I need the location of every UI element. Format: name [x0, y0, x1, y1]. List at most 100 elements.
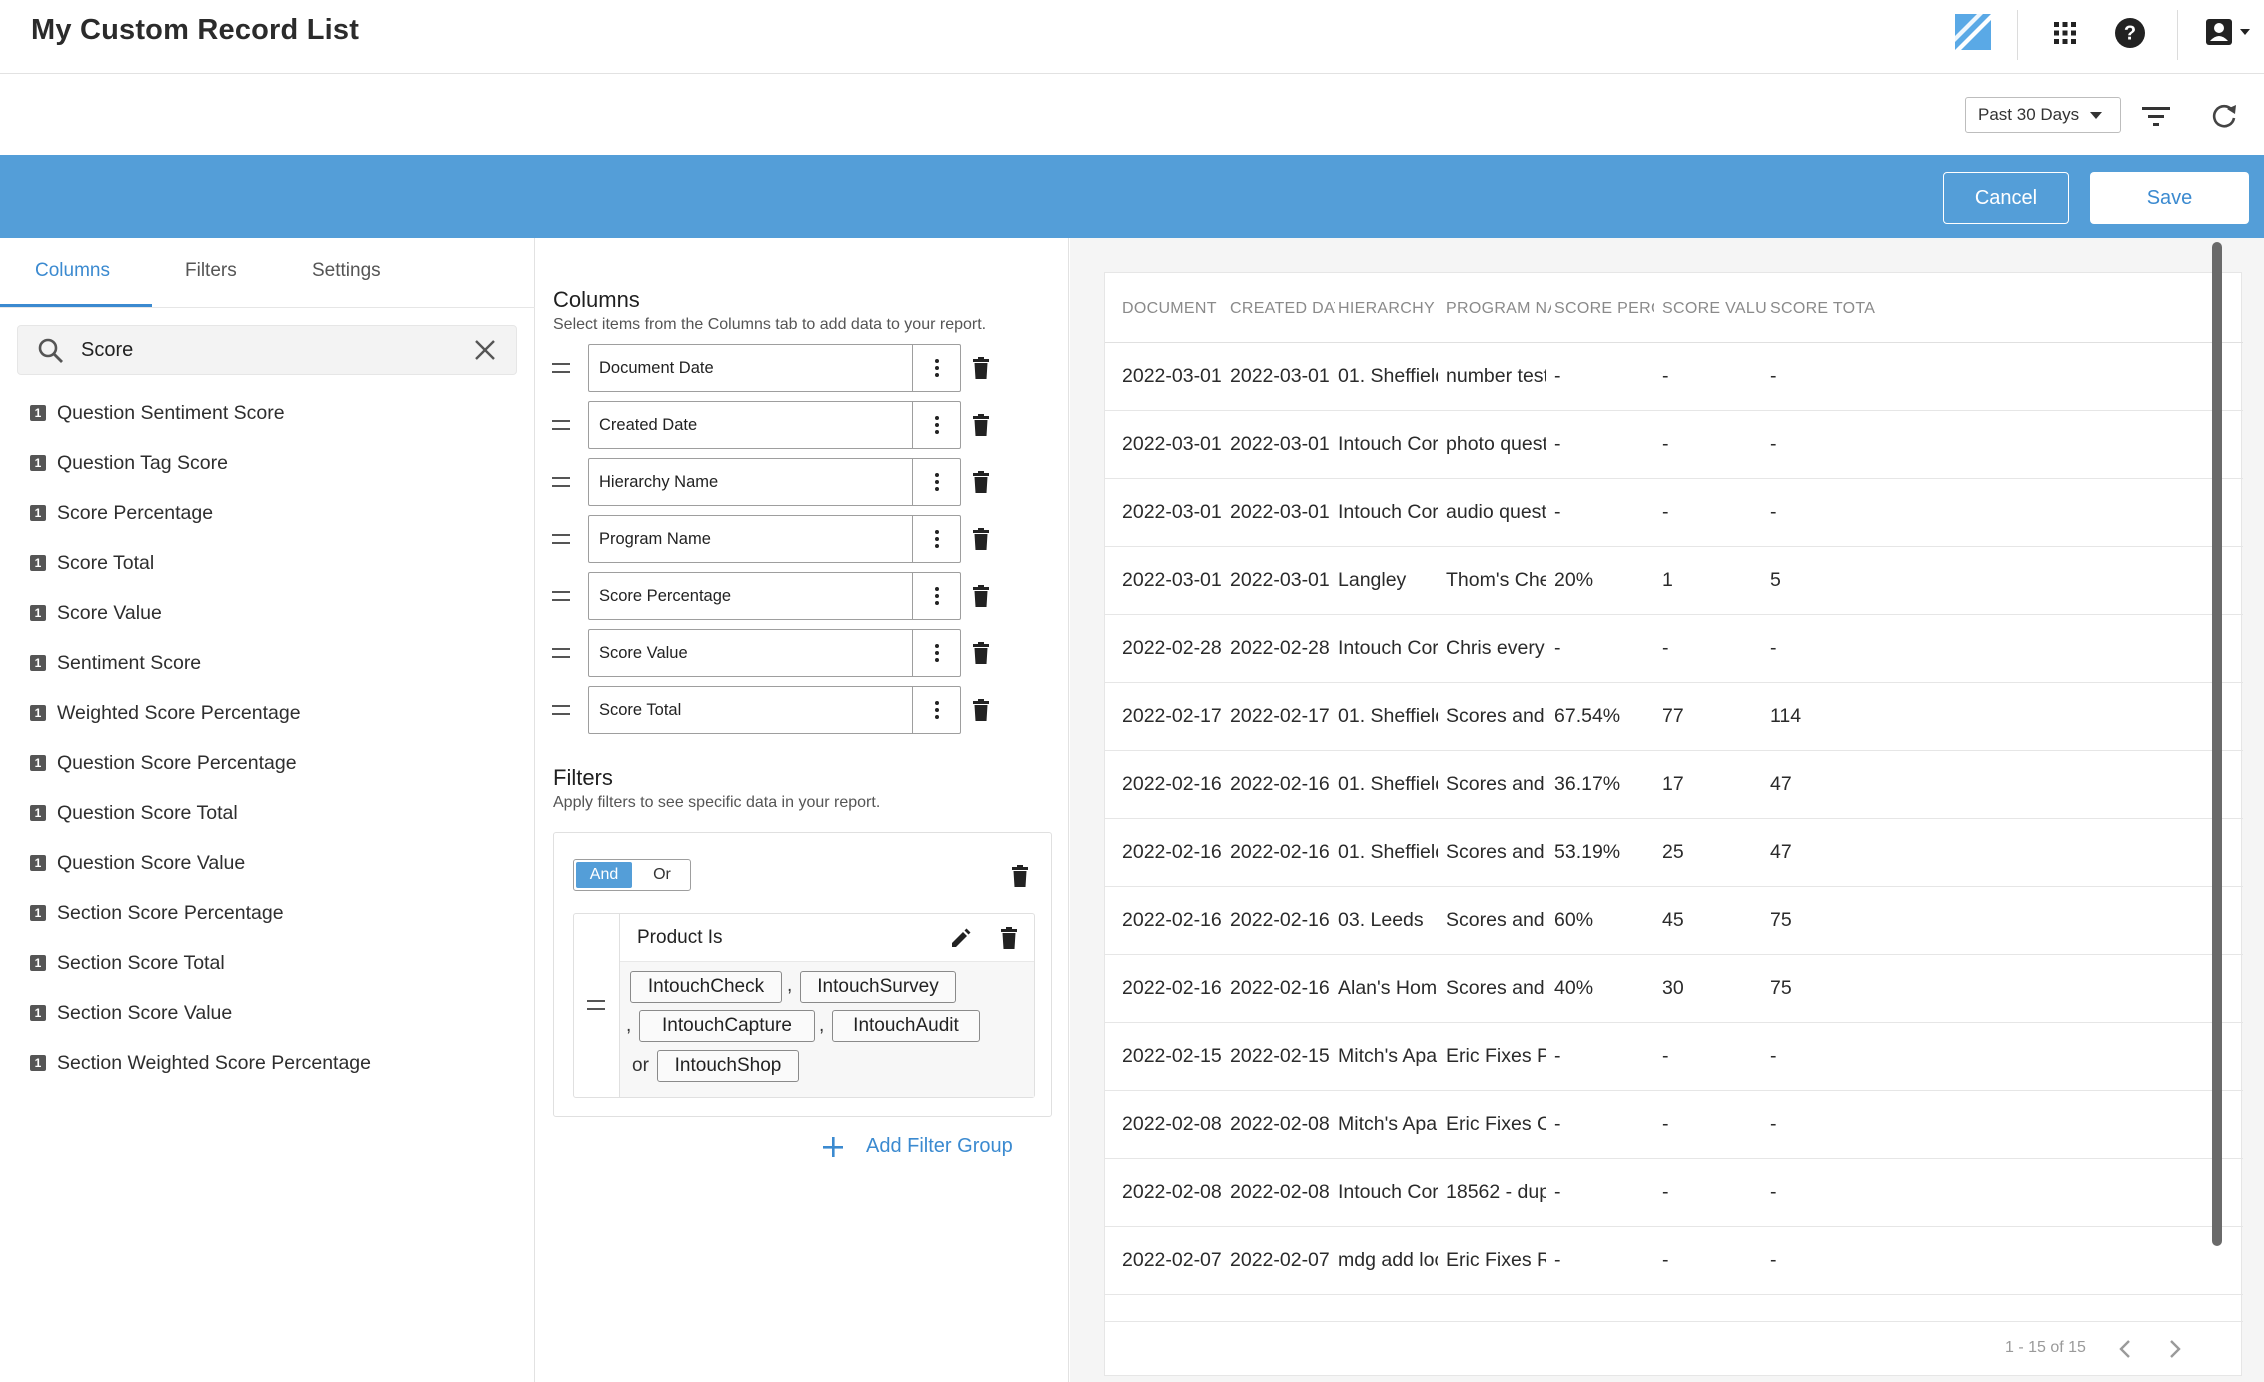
save-button[interactable]: Save — [2090, 172, 2249, 224]
tab-filters[interactable]: Filters — [185, 260, 237, 282]
drag-handle-icon[interactable] — [552, 648, 570, 658]
table-cell: 25 — [1662, 841, 1684, 863]
more-vert-icon[interactable] — [912, 573, 960, 619]
edit-icon[interactable] — [950, 927, 972, 949]
column-header[interactable]: SCORE TOTAL — [1770, 300, 1875, 318]
table-row[interactable]: 2022-02-28 2022-02-28 Intouch Corp... Chris… — [1105, 615, 2243, 683]
table-row[interactable]: 2022-02-07 2022-02-07 mdg add loc... Eric F… — [1105, 1227, 2243, 1295]
delete-icon[interactable] — [1000, 927, 1018, 949]
column-field: Hierarchy Name — [588, 458, 961, 506]
table-cell: Eric Fixes Re... — [1446, 1249, 1546, 1271]
account-icon[interactable] — [2200, 16, 2260, 50]
table-cell: 2022-03-01 — [1122, 433, 1222, 455]
value-chip[interactable]: IntouchShop — [657, 1050, 799, 1082]
apps-grid-icon[interactable] — [2050, 18, 2080, 48]
add-filter-group-button[interactable]: Add Filter Group — [822, 1135, 1013, 1158]
list-item[interactable]: 1 Question Sentiment Score — [30, 398, 285, 428]
table-cell: - — [1662, 1249, 1669, 1271]
scrollbar[interactable] — [2212, 242, 2222, 1246]
table-cell: 2022-03-01 — [1230, 433, 1330, 455]
delete-icon[interactable] — [1011, 865, 1029, 887]
drag-handle-icon[interactable] — [552, 477, 570, 487]
list-item[interactable]: 1 Question Tag Score — [30, 448, 228, 478]
table-cell: - — [1662, 1113, 1669, 1135]
value-chip[interactable]: IntouchCheck — [630, 971, 782, 1003]
numeric-type-icon: 1 — [30, 405, 46, 421]
column-header[interactable]: PROGRAM NAME — [1446, 300, 1551, 318]
chevron-left-icon[interactable] — [2115, 1338, 2137, 1360]
chevron-right-icon[interactable] — [2163, 1338, 2185, 1360]
brand-logo-icon[interactable] — [1955, 14, 1991, 50]
list-item[interactable]: 1 Score Percentage — [30, 498, 213, 528]
or-option[interactable]: Or — [634, 860, 690, 890]
more-vert-icon[interactable] — [912, 402, 960, 448]
list-item[interactable]: 1 Question Score Percentage — [30, 748, 297, 778]
drag-handle-icon[interactable] — [552, 363, 570, 373]
drag-handle-icon[interactable] — [552, 420, 570, 430]
filter-icon[interactable] — [2140, 101, 2172, 131]
more-vert-icon[interactable] — [912, 687, 960, 733]
list-item[interactable]: 1 Section Weighted Score Percentage — [30, 1048, 371, 1078]
delete-icon[interactable] — [972, 699, 990, 721]
value-chip[interactable]: IntouchAudit — [832, 1010, 980, 1042]
numeric-type-icon: 1 — [30, 705, 46, 721]
refresh-icon[interactable] — [2207, 99, 2241, 133]
more-vert-icon[interactable] — [912, 459, 960, 505]
table-row[interactable]: 2022-02-16 2022-02-16 01. Sheffield Scores … — [1105, 819, 2243, 887]
edit-action-bar: Cancel Save — [0, 155, 2264, 238]
table-row[interactable]: 2022-03-01 2022-03-01 01. Sheffield number … — [1105, 343, 2243, 411]
selected-column-row: Document Date — [552, 344, 1052, 392]
table-row[interactable]: 2022-03-01 2022-03-01 Intouch Corp... audio… — [1105, 479, 2243, 547]
column-header[interactable]: CREATED DATE — [1230, 300, 1335, 318]
drag-handle-icon[interactable] — [552, 705, 570, 715]
close-icon[interactable] — [473, 338, 497, 362]
value-chip[interactable]: IntouchSurvey — [800, 971, 956, 1003]
more-vert-icon[interactable] — [912, 345, 960, 391]
list-item[interactable]: 1 Question Score Total — [30, 798, 238, 828]
column-header[interactable]: SCORE PERCEN... — [1554, 300, 1654, 318]
list-item[interactable]: 1 Score Value — [30, 598, 162, 628]
column-header[interactable]: DOCUMENT DA... — [1122, 300, 1222, 318]
list-item[interactable]: 1 Section Score Value — [30, 998, 232, 1028]
help-icon[interactable]: ? — [2113, 16, 2147, 50]
table-row[interactable]: 2022-02-17 2022-02-17 01. Sheffield Scores … — [1105, 683, 2243, 751]
drag-handle-icon[interactable] — [552, 591, 570, 601]
delete-icon[interactable] — [972, 414, 990, 436]
delete-icon[interactable] — [972, 642, 990, 664]
list-item[interactable]: 1 Section Score Total — [30, 948, 225, 978]
table-row[interactable]: 2022-03-01 2022-03-01 Intouch Corp... photo… — [1105, 411, 2243, 479]
table-row[interactable]: 2022-02-08 2022-02-08 Mitch's Apart... Eric… — [1105, 1091, 2243, 1159]
more-vert-icon[interactable] — [912, 630, 960, 676]
table-row[interactable]: 2022-02-16 2022-02-16 Alan's Home Scores an… — [1105, 955, 2243, 1023]
list-item[interactable]: 1 Sentiment Score — [30, 648, 201, 678]
tab-columns[interactable]: Columns — [35, 260, 110, 282]
delete-icon[interactable] — [972, 528, 990, 550]
list-item[interactable]: 1 Weighted Score Percentage — [30, 698, 301, 728]
date-range-select[interactable]: Past 30 Days — [1965, 97, 2121, 133]
delete-icon[interactable] — [972, 357, 990, 379]
tab-settings[interactable]: Settings — [312, 260, 381, 282]
filters-description: Apply filters to see specific data in yo… — [553, 794, 881, 811]
drag-handle-icon[interactable] — [552, 534, 570, 544]
table-cell: 2022-02-08 — [1122, 1181, 1222, 1203]
search-input[interactable] — [81, 336, 461, 364]
cancel-button[interactable]: Cancel — [1943, 172, 2069, 224]
table-row[interactable]: 2022-02-08 2022-02-08 Intouch Corp... 18562… — [1105, 1159, 2243, 1227]
value-chip[interactable]: IntouchCapture — [639, 1010, 815, 1042]
delete-icon[interactable] — [972, 585, 990, 607]
column-header[interactable]: HIERARCHY NA... — [1338, 300, 1438, 318]
table-row[interactable]: 2022-03-01 2022-03-01 Langley Thom's Chec..… — [1105, 547, 2243, 615]
and-option[interactable]: And — [576, 862, 632, 888]
more-vert-icon[interactable] — [912, 516, 960, 562]
table-row[interactable]: 2022-02-16 2022-02-16 01. Sheffield Scores … — [1105, 751, 2243, 819]
list-item[interactable]: 1 Question Score Value — [30, 848, 245, 878]
list-item[interactable]: 1 Score Total — [30, 548, 154, 578]
delete-icon[interactable] — [972, 471, 990, 493]
caret-down-icon — [2090, 112, 2102, 119]
drag-handle-icon[interactable] — [587, 1000, 605, 1010]
table-row[interactable]: 2022-02-15 2022-02-15 Mitch's Apart... Eric… — [1105, 1023, 2243, 1091]
table-row[interactable]: 2022-02-16 2022-02-16 03. Leeds Scores and … — [1105, 887, 2243, 955]
list-item[interactable]: 1 Section Score Percentage — [30, 898, 284, 928]
column-header[interactable]: SCORE VALUE — [1662, 300, 1767, 318]
table-cell: 2022-03-01 — [1122, 501, 1222, 523]
